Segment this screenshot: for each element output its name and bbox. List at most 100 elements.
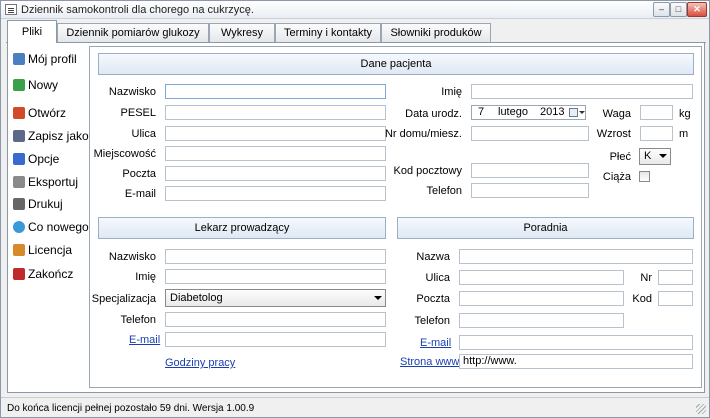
patient-street-label: Ulica — [131, 128, 156, 140]
doctor-section-header: Lekarz prowadzący — [98, 217, 386, 239]
resize-grip-icon[interactable] — [696, 404, 706, 414]
clinic-street-label: Ulica — [425, 272, 450, 284]
window-title: Dziennik samokontroli dla chorego na cuk… — [21, 4, 254, 16]
tab-pliki[interactable]: Pliki — [7, 20, 57, 43]
tab-slowniki[interactable]: Słowniki produków — [381, 23, 491, 42]
patient-city-input[interactable] — [165, 146, 386, 161]
sidebar-item-label: Licencja — [28, 243, 73, 257]
sidebar-item-open[interactable]: Otwórz — [13, 104, 66, 122]
doctor-specialty-label: Specjalizacja — [91, 293, 156, 305]
doctor-firstname-label: Imię — [135, 271, 156, 283]
patient-weight-label: Waga — [602, 108, 631, 120]
doctor-phone-label: Telefon — [120, 314, 156, 326]
clinic-phone-label: Telefon — [414, 315, 450, 327]
patient-firstname-input[interactable] — [471, 84, 693, 99]
close-button[interactable]: ✕ — [687, 2, 707, 17]
title-bar: Dziennik samokontroli dla chorego na cuk… — [1, 1, 709, 19]
save-as-icon — [13, 130, 25, 142]
new-file-icon — [13, 79, 25, 91]
clinic-post-input[interactable] — [459, 291, 624, 306]
patient-pesel-label: PESEL — [120, 107, 156, 119]
patient-surname-input[interactable] — [165, 84, 386, 99]
sidebar-item-print[interactable]: Drukuj — [13, 195, 63, 213]
patient-birthdate-label: Data urodz. — [405, 108, 462, 120]
birthdate-month: lutego — [498, 106, 528, 118]
patient-post-input[interactable] — [165, 166, 386, 181]
patient-pregnancy-checkbox[interactable] — [639, 171, 650, 182]
clinic-street-input[interactable] — [459, 270, 624, 285]
doctor-email-input[interactable] — [165, 332, 386, 347]
patient-birthdate-picker[interactable]: 7 lutego 2013 — [471, 105, 586, 120]
clinic-phone-input[interactable] — [459, 313, 624, 328]
license-status-text: Do końca licencji pełnej pozostało 59 dn… — [7, 403, 255, 414]
print-icon — [13, 198, 25, 210]
specialty-select-value: Diabetolog — [170, 292, 223, 304]
calendar-icon[interactable] — [569, 108, 578, 117]
sidebar-item-profile[interactable]: Mój profil — [13, 50, 77, 68]
doctor-surname-input[interactable] — [165, 249, 386, 264]
tab-content: Mój profil Nowy Otwórz Zapisz jako Opcje… — [7, 43, 705, 393]
exit-icon — [13, 268, 25, 280]
sex-select-value: K — [644, 150, 652, 162]
clinic-zipcode-input[interactable] — [658, 291, 693, 306]
patient-pesel-input[interactable] — [165, 105, 386, 120]
clinic-nr-input[interactable] — [658, 270, 693, 285]
clinic-email-link[interactable]: E-mail — [420, 337, 451, 349]
patient-sex-label: Płeć — [609, 151, 631, 163]
sidebar-item-export[interactable]: Eksportuj — [13, 173, 78, 191]
sidebar-item-new[interactable]: Nowy — [13, 76, 58, 94]
doctor-firstname-input[interactable] — [165, 269, 386, 284]
clinic-www-input[interactable]: http://www. — [459, 354, 693, 369]
patient-firstname-label: Imię — [441, 86, 462, 98]
patient-post-label: Poczta — [122, 168, 156, 180]
doctor-hours-link[interactable]: Godziny pracy — [165, 357, 235, 369]
patient-zipcode-input[interactable] — [471, 163, 589, 178]
patient-phone-label: Telefon — [426, 185, 462, 197]
sidebar-item-label: Otwórz — [28, 106, 67, 120]
app-window: Dziennik samokontroli dla chorego na cuk… — [0, 0, 710, 418]
sidebar-item-whats-new[interactable]: Co nowego — [13, 218, 89, 236]
chevron-down-icon[interactable] — [579, 111, 585, 114]
clinic-post-label: Poczta — [416, 293, 450, 305]
patient-weight-input[interactable] — [640, 105, 673, 120]
patient-city-label: Miejscowość — [93, 148, 156, 160]
patient-height-label: Wzrost — [596, 128, 631, 140]
patient-street-input[interactable] — [165, 126, 386, 141]
clinic-email-input[interactable] — [459, 335, 693, 350]
patient-housenr-label: Nr domu/miesz. — [384, 128, 462, 140]
license-icon — [13, 244, 25, 256]
tab-wykresy[interactable]: Wykresy — [209, 23, 275, 42]
minimize-button[interactable]: – — [653, 2, 670, 17]
profile-icon — [13, 53, 25, 65]
tab-dziennik[interactable]: Dziennik pomiarów glukozy — [57, 23, 209, 42]
sidebar-item-license[interactable]: Licencja — [13, 241, 72, 259]
chevron-down-icon — [659, 154, 667, 158]
sidebar-item-label: Drukuj — [28, 197, 63, 211]
chevron-down-icon — [374, 296, 382, 300]
patient-phone-input[interactable] — [471, 183, 589, 198]
sidebar-item-label: Opcje — [28, 152, 60, 166]
sidebar-item-label: Nowy — [28, 78, 59, 92]
sidebar-item-save-as[interactable]: Zapisz jako — [13, 127, 89, 145]
export-icon — [13, 176, 25, 188]
whats-new-icon — [13, 221, 25, 233]
patient-email-input[interactable] — [165, 186, 386, 201]
form-area: Dane pacjenta Nazwisko PESEL Ulica Miejs… — [89, 46, 702, 388]
sidebar-item-label: Eksportuj — [28, 175, 79, 189]
tab-terminy[interactable]: Terminy i kontakty — [275, 23, 381, 42]
open-icon — [13, 107, 25, 119]
sidebar-item-options[interactable]: Opcje — [13, 150, 59, 168]
clinic-section-header: Poradnia — [397, 217, 694, 239]
sidebar-item-exit[interactable]: Zakończ — [13, 265, 73, 283]
maximize-button[interactable]: □ — [670, 2, 687, 17]
clinic-www-link[interactable]: Strona www — [400, 356, 459, 368]
clinic-zipcode-label: Kod — [632, 293, 652, 305]
doctor-specialty-select[interactable]: Diabetolog — [165, 289, 386, 307]
patient-housenr-input[interactable] — [471, 126, 589, 141]
patient-height-input[interactable] — [640, 126, 673, 141]
doctor-phone-input[interactable] — [165, 312, 386, 327]
clinic-name-input[interactable] — [459, 249, 693, 264]
patient-sex-select[interactable]: K — [639, 148, 671, 165]
doctor-surname-label: Nazwisko — [108, 251, 156, 263]
doctor-email-link[interactable]: E-mail — [129, 334, 160, 346]
